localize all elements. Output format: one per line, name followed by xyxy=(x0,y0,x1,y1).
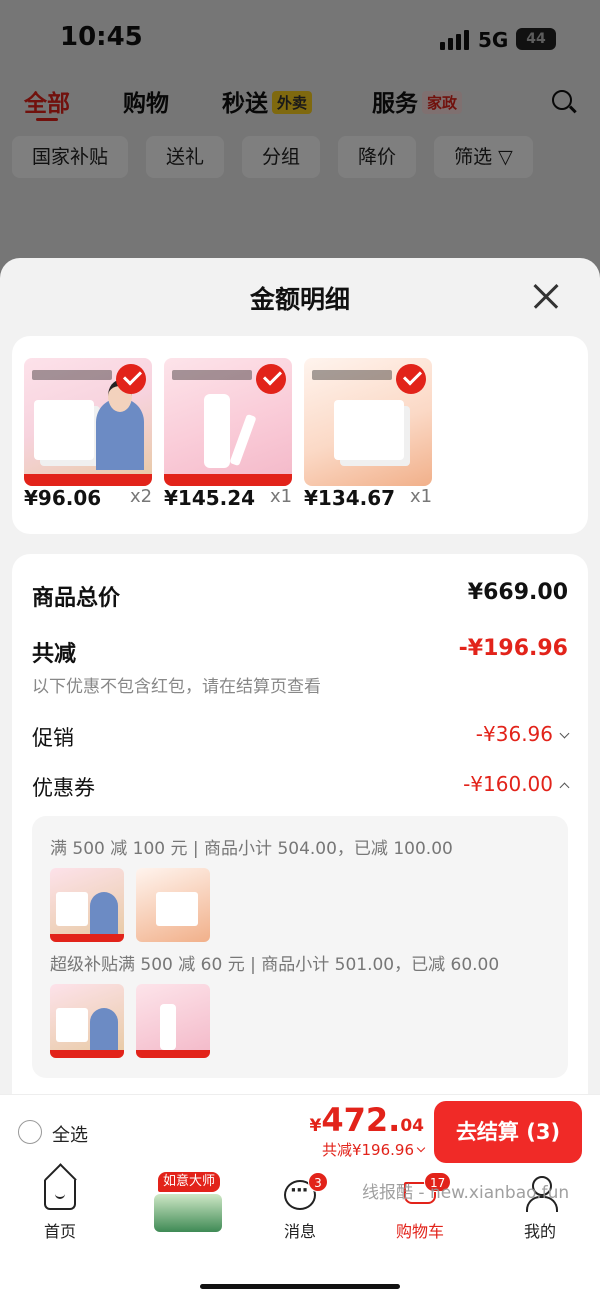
promo-tag: 如意大师 xyxy=(158,1172,221,1192)
saved-text: 共减¥196.96 xyxy=(321,1141,414,1159)
checkout-bar: 全选 ¥472.04 共减¥196.96 去结算 (3) xyxy=(0,1094,600,1168)
product-qty: x1 xyxy=(410,486,433,507)
tabbar-home-label: 首页 xyxy=(43,1222,76,1241)
coupon-product-image xyxy=(50,868,124,942)
product-item[interactable]: ¥145.24 x1 xyxy=(164,358,294,510)
coupon-rule: 满 500 减 100 元 | 商品小计 504.00，已减 100.00 xyxy=(50,839,453,859)
coupon-amount: -¥160.00 xyxy=(463,772,553,796)
total-value: ¥669.00 xyxy=(467,580,568,605)
product-price: ¥145.24 xyxy=(164,486,256,510)
total-amount: ¥472.04 xyxy=(310,1101,424,1139)
coupon-product-image xyxy=(50,984,124,1058)
tabbar-messages[interactable]: 3 消息 xyxy=(240,1168,360,1268)
promo-value: -¥36.96 xyxy=(475,722,570,746)
amount-detail-sheet: 金额明细 ¥96.06 x2 ¥145.24 x1 ¥134.67 x1 商品总… xyxy=(0,258,600,1098)
discount-value: -¥196.96 xyxy=(458,636,568,661)
product-image xyxy=(304,358,432,486)
saved-amount[interactable]: 共减¥196.96 xyxy=(321,1139,426,1160)
select-all-label[interactable]: 全选 xyxy=(52,1121,88,1147)
promo-image xyxy=(154,1194,222,1232)
sheet-title: 金额明细 xyxy=(249,285,350,314)
check-icon xyxy=(396,364,426,394)
coupon-label: 优惠券 xyxy=(32,776,95,800)
promo-entry[interactable]: 如意大师 xyxy=(150,1168,230,1238)
products-card: ¥96.06 x2 ¥145.24 x1 ¥134.67 x1 xyxy=(12,336,588,534)
chevron-up-icon xyxy=(559,782,570,793)
close-icon[interactable] xyxy=(532,282,560,310)
product-image xyxy=(164,358,292,486)
product-item[interactable]: ¥96.06 x2 xyxy=(24,358,154,510)
product-price: ¥96.06 xyxy=(24,486,102,510)
chevron-down-icon xyxy=(416,1143,426,1153)
check-icon xyxy=(116,364,146,394)
discount-label: 共减 xyxy=(32,642,77,667)
discount-note: 以下优惠不包含红包，请在结算页查看 xyxy=(32,677,321,697)
product-price: ¥134.67 xyxy=(304,486,396,510)
checkout-button[interactable]: 去结算 (3) xyxy=(434,1101,582,1163)
coupon-value: -¥160.00 xyxy=(463,772,570,796)
watermark: 线报酷 - new.xianbao.fun xyxy=(362,1183,570,1203)
check-icon xyxy=(256,364,286,394)
tabbar-home[interactable]: 首页 xyxy=(0,1168,120,1268)
total-decimal: 04 xyxy=(400,1116,424,1136)
promo-amount: -¥36.96 xyxy=(475,722,553,746)
price-detail-card: 商品总价 ¥669.00 共减 -¥196.96 以下优惠不包含红包，请在结算页… xyxy=(12,554,588,1098)
product-item[interactable]: ¥134.67 x1 xyxy=(304,358,434,510)
tabbar-messages-label: 消息 xyxy=(283,1222,316,1241)
total-integer: 472. xyxy=(321,1101,401,1139)
total-currency: ¥ xyxy=(309,1116,322,1136)
coupon-detail-box: 满 500 减 100 元 | 商品小计 504.00，已减 100.00 超级… xyxy=(32,816,568,1078)
tabbar-cart-label: 购物车 xyxy=(395,1222,444,1241)
home-indicator xyxy=(200,1284,400,1289)
home-icon xyxy=(44,1180,76,1210)
message-badge: 3 xyxy=(308,1172,328,1192)
tabbar-me-label: 我的 xyxy=(523,1222,556,1241)
product-image xyxy=(24,358,152,486)
select-all-radio[interactable] xyxy=(18,1120,42,1144)
chevron-down-icon xyxy=(559,728,570,739)
product-qty: x1 xyxy=(270,486,293,507)
coupon-product-image xyxy=(136,984,210,1058)
total-label: 商品总价 xyxy=(32,586,121,611)
coupon-rule: 超级补贴满 500 减 60 元 | 商品小计 501.00，已减 60.00 xyxy=(50,955,500,975)
coupon-product-image xyxy=(136,868,210,942)
product-qty: x2 xyxy=(130,486,153,507)
promo-label: 促销 xyxy=(32,726,74,750)
